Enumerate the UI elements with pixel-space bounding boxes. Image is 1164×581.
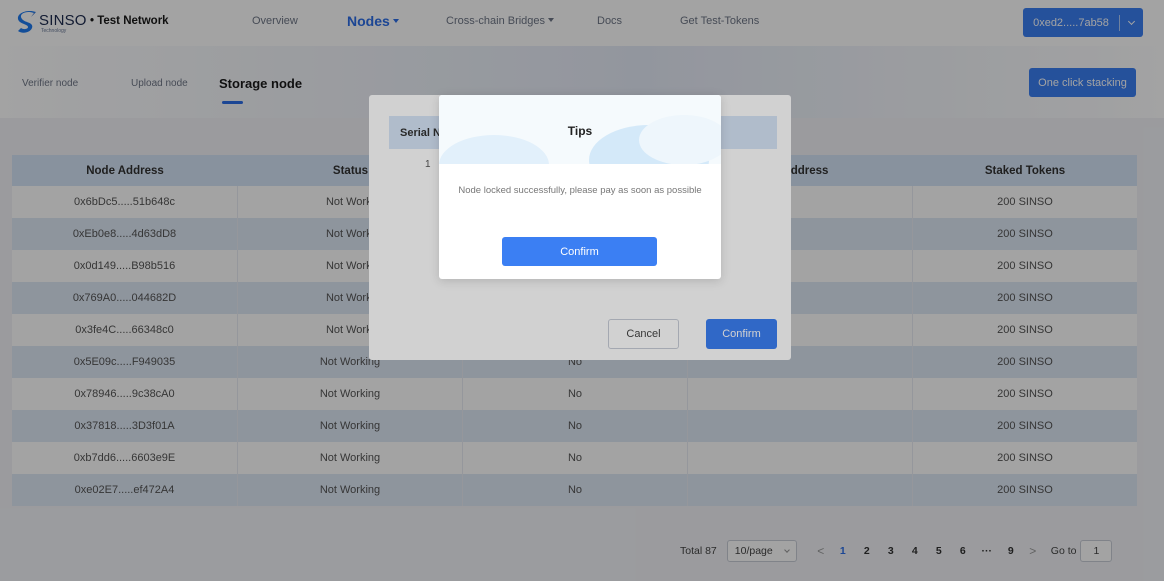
tips-backdrop[interactable] bbox=[0, 0, 1164, 581]
cloud-decoration bbox=[439, 135, 549, 164]
cloud-decoration bbox=[639, 115, 721, 164]
tips-confirm-label: Confirm bbox=[560, 245, 599, 258]
tips-dialog: Tips Node locked successfully, please pa… bbox=[439, 95, 721, 279]
tips-confirm-button[interactable]: Confirm bbox=[502, 237, 657, 266]
tips-header: Tips bbox=[439, 95, 721, 164]
tips-title: Tips bbox=[567, 124, 593, 138]
tips-message: Node locked successfully, please pay as … bbox=[458, 185, 702, 196]
